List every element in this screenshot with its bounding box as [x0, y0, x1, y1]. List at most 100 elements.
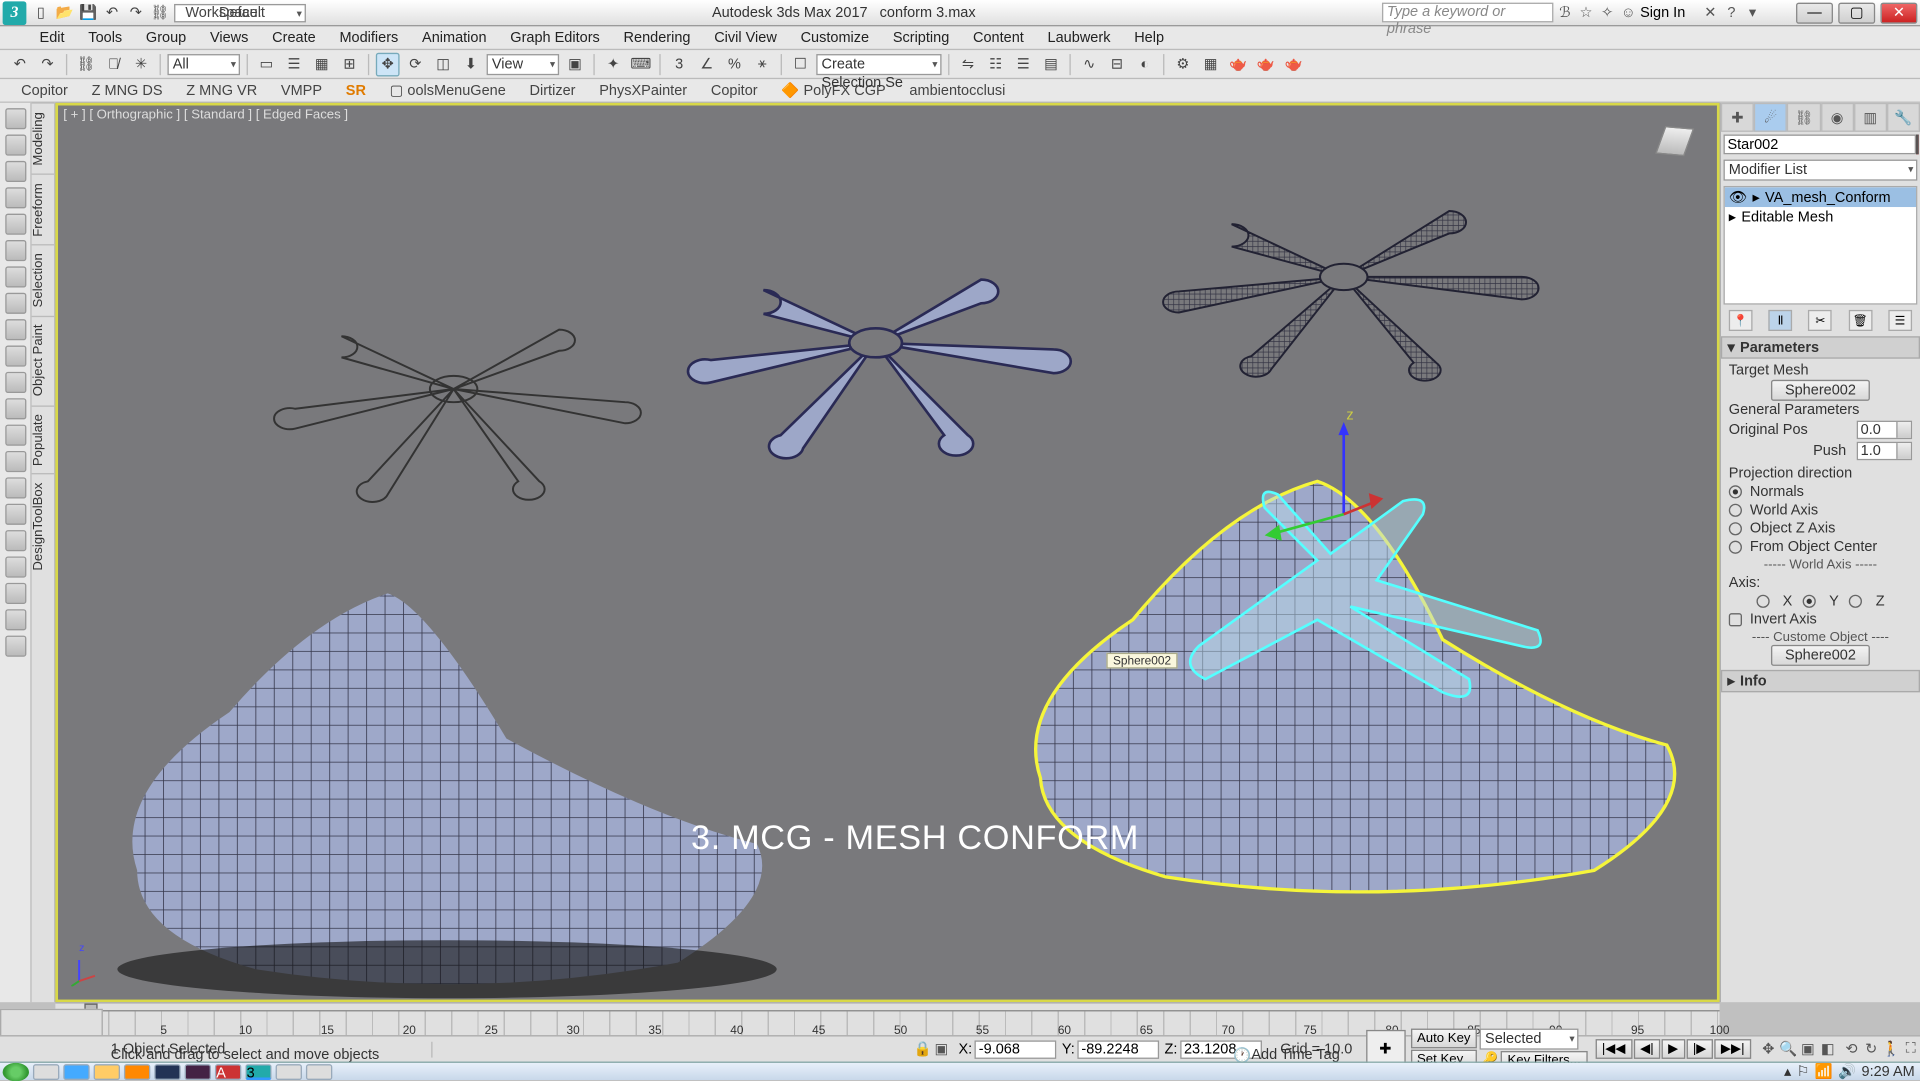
render-frame-button[interactable]: ▦ [1199, 52, 1223, 76]
rail-icon-3[interactable] [5, 161, 26, 182]
radio-axis-x[interactable] [1756, 595, 1769, 608]
radio-axis-y[interactable] [1803, 595, 1816, 608]
nsel-button[interactable]: ☐ [789, 52, 813, 76]
open-icon[interactable]: 📂 [55, 3, 73, 21]
save-icon[interactable]: 💾 [79, 3, 97, 21]
rail-icon-9[interactable] [5, 319, 26, 340]
app-logo[interactable]: 3 [3, 1, 27, 25]
layers-button[interactable]: ☰ [1011, 52, 1035, 76]
bind-button[interactable]: ✳ [129, 52, 153, 76]
spinner-snap-button[interactable]: ⚹ [750, 52, 774, 76]
rail-icon-6[interactable] [5, 240, 26, 261]
play-button[interactable]: ▶ [1662, 1039, 1685, 1059]
material-button[interactable]: ◐ [1133, 52, 1157, 76]
rail-icon-14[interactable] [5, 451, 26, 472]
plugin-toolsmenu[interactable]: ▢ oolsMenuGene [390, 82, 506, 99]
radio-normals[interactable] [1729, 485, 1742, 498]
menu-tools[interactable]: Tools [88, 30, 122, 46]
place-button[interactable]: ⬇ [459, 52, 483, 76]
remove-mod-button[interactable]: 🗑 [1848, 310, 1872, 331]
pin-stack-button[interactable]: 📍 [1729, 310, 1753, 331]
next-frame-button[interactable]: |▶ [1686, 1039, 1713, 1059]
section-modeling[interactable]: Modeling [32, 103, 54, 174]
plugin-vmpp[interactable]: VMPP [281, 82, 322, 98]
infolink-icon[interactable]: ℬ [1556, 3, 1574, 21]
menu-modifiers[interactable]: Modifiers [339, 30, 398, 46]
nav-walk-icon[interactable]: 🚶 [1882, 1040, 1900, 1058]
scale-button[interactable]: ◫ [431, 52, 455, 76]
nav-fov-icon[interactable]: ◧ [1818, 1040, 1836, 1058]
nav-roll-icon[interactable]: ↻ [1862, 1040, 1880, 1058]
manip-button[interactable]: ✦ [601, 52, 625, 76]
rail-icon-19[interactable] [5, 583, 26, 604]
radio-worldaxis[interactable] [1729, 504, 1742, 517]
show-result-button[interactable]: Ⅱ [1769, 310, 1793, 331]
minimize-button[interactable]: — [1796, 2, 1833, 23]
goto-start-button[interactable]: |◀◀ [1595, 1039, 1632, 1059]
rail-icon-7[interactable] [5, 266, 26, 287]
original-pos-spinner[interactable]: 0.0 [1857, 421, 1912, 439]
close-panel-icon[interactable]: ✕ [1701, 3, 1719, 21]
snap-button[interactable]: 3 [667, 52, 691, 76]
star2-icon[interactable]: ✧ [1598, 3, 1616, 21]
rail-icon-16[interactable] [5, 504, 26, 525]
taskbar-app-ae[interactable] [185, 1064, 211, 1080]
render-iter-button[interactable]: 🫖 [1282, 52, 1306, 76]
tab-motion[interactable]: ◉ [1820, 103, 1853, 132]
make-unique-button[interactable]: ✂ [1809, 310, 1833, 331]
taskbar-app-3dsmax[interactable]: 3 [245, 1064, 271, 1080]
rollout-parameters-header[interactable]: ▾ Parameters [1721, 336, 1920, 358]
rail-icon-2[interactable] [5, 135, 26, 156]
rail-icon-15[interactable] [5, 477, 26, 498]
nav-orbit-icon[interactable]: ⟲ [1842, 1040, 1860, 1058]
tab-modify[interactable]: ☄ [1754, 103, 1787, 132]
plugin-ao[interactable]: ambientocclusi [909, 82, 1005, 98]
menu-views[interactable]: Views [210, 30, 248, 46]
link-icon[interactable]: ⛓ [150, 3, 168, 21]
undo-button[interactable]: ↶ [8, 52, 32, 76]
viewport-label[interactable]: [ + ] [ Orthographic ] [ Standard ] [ Ed… [63, 108, 348, 123]
select-name-button[interactable]: ☰ [282, 52, 306, 76]
viewcube[interactable] [1646, 121, 1704, 179]
rail-icon-1[interactable] [5, 108, 26, 129]
render-ao-button[interactable]: 🫖 [1254, 52, 1278, 76]
pivot-button[interactable]: ▣ [563, 52, 587, 76]
rail-icon-4[interactable] [5, 187, 26, 208]
menu-create[interactable]: Create [272, 30, 316, 46]
section-designtoolbox[interactable]: DesignToolBox [32, 474, 54, 579]
rail-icon-12[interactable] [5, 398, 26, 419]
angle-snap-button[interactable]: ∠ [695, 52, 719, 76]
taskbar-app-other[interactable] [306, 1064, 332, 1080]
rotate-button[interactable]: ⟳ [404, 52, 428, 76]
tray-up-icon[interactable]: ▴ [1784, 1063, 1791, 1080]
plugin-zmngvr[interactable]: Z MNG VR [186, 82, 257, 98]
window-crossing-button[interactable]: ⊞ [338, 52, 362, 76]
object-color-swatch[interactable] [1916, 135, 1919, 155]
radio-axis-z[interactable] [1849, 595, 1862, 608]
plugin-dirtizer[interactable]: Dirtizer [530, 82, 576, 98]
mirror-button[interactable]: ⇋ [956, 52, 980, 76]
menu-grapheditors[interactable]: Graph Editors [510, 30, 600, 46]
schematic-button[interactable]: ⊟ [1105, 52, 1129, 76]
plugin-physxpainter[interactable]: PhysXPainter [599, 82, 687, 98]
taskbar-app-acad[interactable]: A [215, 1064, 241, 1080]
menu-civilview[interactable]: Civil View [714, 30, 777, 46]
rail-icon-10[interactable] [5, 345, 26, 366]
section-freeform[interactable]: Freeform [32, 174, 54, 245]
section-selection[interactable]: Selection [32, 244, 54, 315]
radio-fromcenter[interactable] [1729, 541, 1742, 554]
object-name-field[interactable] [1724, 135, 1917, 155]
plugin-copitor[interactable]: Copitor [21, 82, 68, 98]
rail-icon-13[interactable] [5, 425, 26, 446]
keymode-button[interactable]: ⌨ [629, 52, 653, 76]
workspace-dropdown[interactable]: Workspace: Default [174, 3, 306, 21]
prev-frame-button[interactable]: ◀| [1633, 1039, 1660, 1059]
rail-icon-17[interactable] [5, 530, 26, 551]
tab-create[interactable]: ✚ [1721, 103, 1754, 132]
rollout-info-header[interactable]: ▸ Info [1721, 670, 1920, 692]
tab-display[interactable]: ▥ [1854, 103, 1887, 132]
nav-pan-icon[interactable]: ✥ [1759, 1040, 1777, 1058]
new-icon[interactable]: ▯ [32, 3, 50, 21]
redo-button[interactable]: ↷ [36, 52, 60, 76]
keymode-dropdown[interactable]: Selected [1480, 1028, 1579, 1049]
